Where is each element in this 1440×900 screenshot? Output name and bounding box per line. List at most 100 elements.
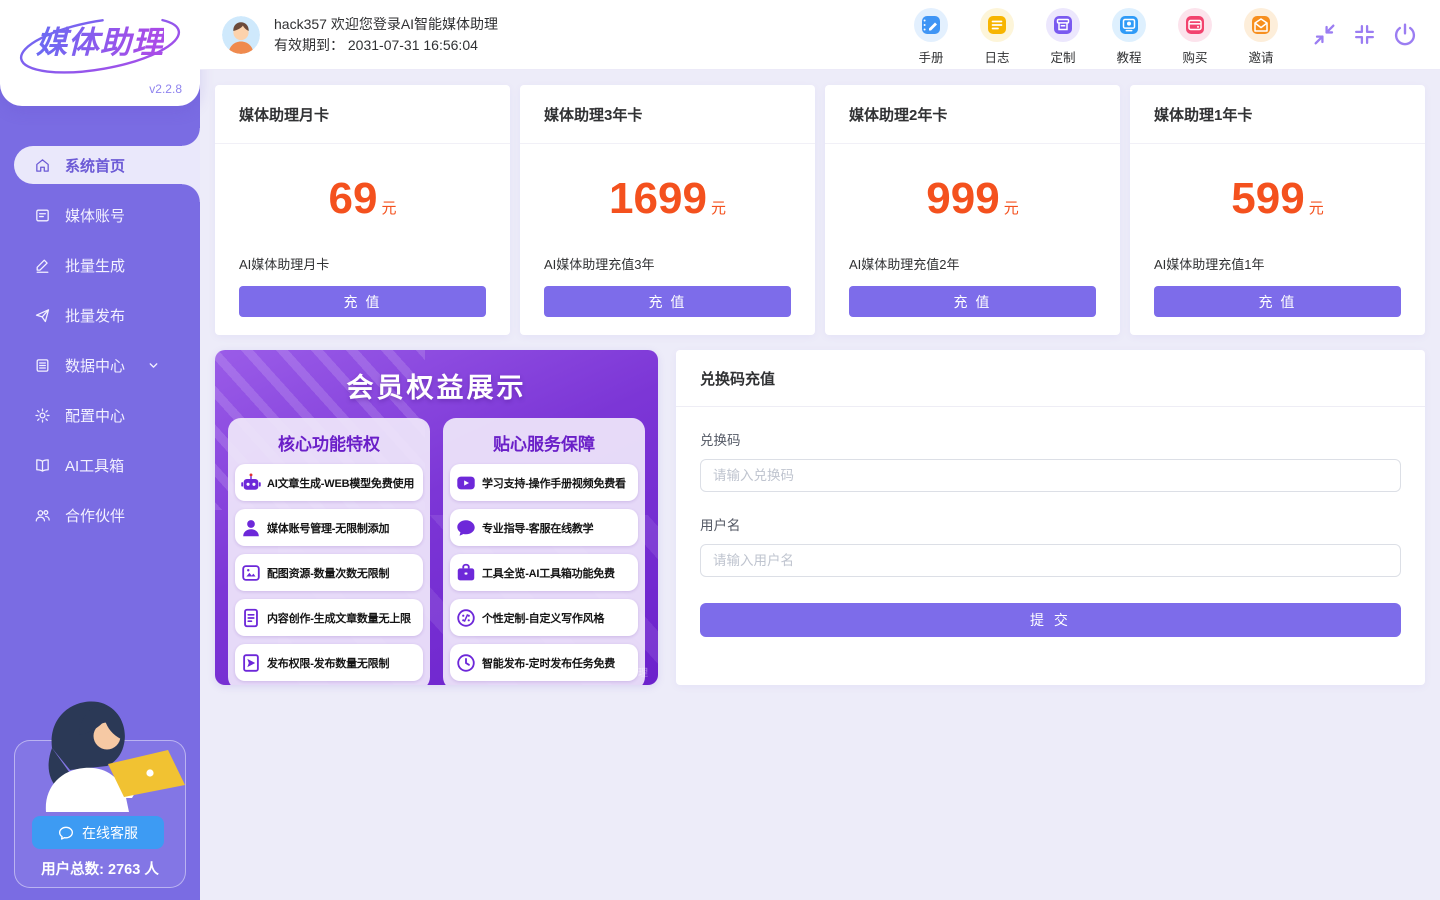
benefit-item: 发布权限-发布数量无限制 xyxy=(235,644,423,681)
quick-icon-label: 手册 xyxy=(918,47,943,66)
price: 599元 xyxy=(1154,174,1401,224)
redeem-code-label: 兑换码 xyxy=(700,429,1401,449)
username-input[interactable] xyxy=(700,544,1401,577)
pricing-card-3year: 媒体助理3年卡 1699元 AI媒体助理充值3年 充 值 xyxy=(520,85,815,335)
benefit-text: 发布权限-发布数量无限制 xyxy=(267,655,389,671)
user-total-label: 用户总数: xyxy=(41,862,104,878)
sidebar-item-label: 媒体账号 xyxy=(65,205,125,226)
sidebar-item-home[interactable]: 系统首页 xyxy=(14,146,200,184)
benefits-column-title: 核心功能特权 xyxy=(235,430,423,455)
buy-wallet-icon xyxy=(1184,14,1206,36)
window-controls xyxy=(1312,22,1418,48)
submit-button[interactable]: 提 交 xyxy=(700,603,1401,637)
quick-icon-label: 购买 xyxy=(1182,47,1207,66)
quick-icon-invite[interactable]: 邀请 xyxy=(1238,4,1284,66)
price-value: 69 xyxy=(329,174,378,223)
quick-icon-label: 教程 xyxy=(1116,47,1141,66)
benefits-panel: 会员权益展示 核心功能特权 AI文章生成-WEB模型免费使用 媒体账号管理-无限… xyxy=(215,350,658,685)
quick-icon-label: 定制 xyxy=(1050,47,1075,66)
recharge-button[interactable]: 充 值 xyxy=(849,286,1096,317)
palette-icon xyxy=(455,607,477,629)
quick-icon-tutorial[interactable]: 教程 xyxy=(1106,4,1152,66)
redeem-code-input[interactable] xyxy=(700,459,1401,492)
manual-notebook-icon xyxy=(920,14,942,36)
benefit-item: 工具全览-AI工具箱功能免费 xyxy=(450,554,638,591)
quick-icon-manual[interactable]: 手册 xyxy=(908,4,954,66)
invite-envelope-icon xyxy=(1250,14,1272,36)
price-unit: 元 xyxy=(1004,200,1019,217)
price-unit: 元 xyxy=(711,200,726,217)
sidebar-item-label: 合作伙伴 xyxy=(65,505,125,526)
watermark: AI媒体助理 xyxy=(599,664,648,679)
logo-card: 媒体助理 v2.2.8 xyxy=(0,0,200,106)
collapse-diagonal-icon xyxy=(1312,22,1337,47)
recharge-button[interactable]: 充 值 xyxy=(1154,286,1401,317)
pricing-card-desc: AI媒体助理充值2年 xyxy=(849,254,1096,273)
clock-icon xyxy=(455,652,477,674)
online-service-button[interactable]: 在线客服 xyxy=(32,816,164,849)
expiry-line: 有效期到： 2031-07-31 16:56:04 xyxy=(274,35,498,56)
benefit-text: 学习支持-操作手册视频免费看 xyxy=(482,475,626,491)
sidebar-item-label: 批量发布 xyxy=(65,305,125,326)
benefit-item: 专业指导-客服在线教学 xyxy=(450,509,638,546)
online-service-label: 在线客服 xyxy=(82,823,138,843)
benefit-item: 学习支持-操作手册视频免费看 xyxy=(450,464,638,501)
robot-icon xyxy=(240,472,262,494)
sidebar-item-config-center[interactable]: 配置中心 xyxy=(0,396,200,434)
price: 1699元 xyxy=(544,174,791,224)
benefit-item: 个性定制-自定义写作风格 xyxy=(450,599,638,636)
sidebar-menu: 系统首页 媒体账号 批量生成 批量发布 数据中心 配置中心 AI工具箱 xyxy=(0,146,200,534)
quick-icon-buy[interactable]: 购买 xyxy=(1172,4,1218,66)
sidebar-item-label: 系统首页 xyxy=(65,155,125,176)
sidebar-item-data-center[interactable]: 数据中心 xyxy=(0,346,200,384)
avatar xyxy=(222,16,260,54)
pricing-card-title: 媒体助理月卡 xyxy=(215,85,510,144)
power-button[interactable] xyxy=(1392,22,1418,48)
publish-icon xyxy=(240,652,262,674)
price-value: 1699 xyxy=(609,174,707,223)
username-label: 用户名 xyxy=(700,514,1401,534)
benefits-column-service: 贴心服务保障 学习支持-操作手册视频免费看 专业指导-客服在线教学 工具全览-A… xyxy=(443,418,645,685)
sidebar-item-label: 批量生成 xyxy=(65,255,125,276)
user-info: hack357 欢迎您登录AI智能媒体助理 有效期到： 2031-07-31 1… xyxy=(222,14,498,56)
sidebar: 媒体助理 v2.2.8 系统首页 媒体账号 批量生成 批量发布 数据中心 配置中… xyxy=(0,0,200,900)
shrink-brackets-icon xyxy=(1352,22,1377,47)
chat-bubble-icon xyxy=(58,825,74,841)
expiry-label: 有效期到： xyxy=(274,37,344,53)
sidebar-item-ai-toolbox[interactable]: AI工具箱 xyxy=(0,446,200,484)
main-content: 媒体助理月卡 69元 AI媒体助理月卡 充 值 媒体助理3年卡 1699元 AI… xyxy=(200,70,1440,900)
pricing-card-desc: AI媒体助理月卡 xyxy=(239,254,486,273)
redeem-panel: 兑换码充值 兑换码 用户名 提 交 xyxy=(676,350,1425,685)
quick-icon-custom[interactable]: 定制 xyxy=(1040,4,1086,66)
benefit-item: 配图资源-数量次数无限制 xyxy=(235,554,423,591)
benefit-text: AI文章生成-WEB模型免费使用 xyxy=(267,475,414,491)
image-icon xyxy=(240,562,262,584)
recharge-button[interactable]: 充 值 xyxy=(544,286,791,317)
app-logo: 媒体助理 xyxy=(36,10,164,76)
app-version: v2.2.8 xyxy=(149,82,182,96)
sidebar-item-partners[interactable]: 合作伙伴 xyxy=(0,496,200,534)
price: 69元 xyxy=(239,174,486,224)
sidebar-item-batch-generate[interactable]: 批量生成 xyxy=(0,246,200,284)
topbar: hack357 欢迎您登录AI智能媒体助理 有效期到： 2031-07-31 1… xyxy=(200,0,1440,70)
benefits-column-core: 核心功能特权 AI文章生成-WEB模型免费使用 媒体账号管理-无限制添加 配图资… xyxy=(228,418,430,685)
quick-icon-log[interactable]: 日志 xyxy=(974,4,1020,66)
user-total-value: 2763 xyxy=(108,862,140,878)
pricing-card-1year: 媒体助理1年卡 599元 AI媒体助理充值1年 充 值 xyxy=(1130,85,1425,335)
account-card-icon xyxy=(34,207,51,224)
redeem-code-group: 兑换码 xyxy=(700,429,1401,492)
support-agent-illustration xyxy=(10,690,190,814)
user-icon xyxy=(240,517,262,539)
benefit-item: AI文章生成-WEB模型免费使用 xyxy=(235,464,423,501)
pricing-card-desc: AI媒体助理充值3年 xyxy=(544,254,791,273)
welcome-text: hack357 欢迎您登录AI智能媒体助理 xyxy=(274,14,498,35)
recharge-button[interactable]: 充 值 xyxy=(239,286,486,317)
shrink-window-button[interactable] xyxy=(1352,22,1377,47)
collapse-window-button[interactable] xyxy=(1312,22,1337,47)
price-unit: 元 xyxy=(381,200,396,217)
pricing-card-title: 媒体助理1年卡 xyxy=(1130,85,1425,144)
chat-icon xyxy=(455,517,477,539)
sidebar-item-batch-publish[interactable]: 批量发布 xyxy=(0,296,200,334)
custom-archive-icon xyxy=(1052,14,1074,36)
sidebar-item-media-accounts[interactable]: 媒体账号 xyxy=(0,196,200,234)
